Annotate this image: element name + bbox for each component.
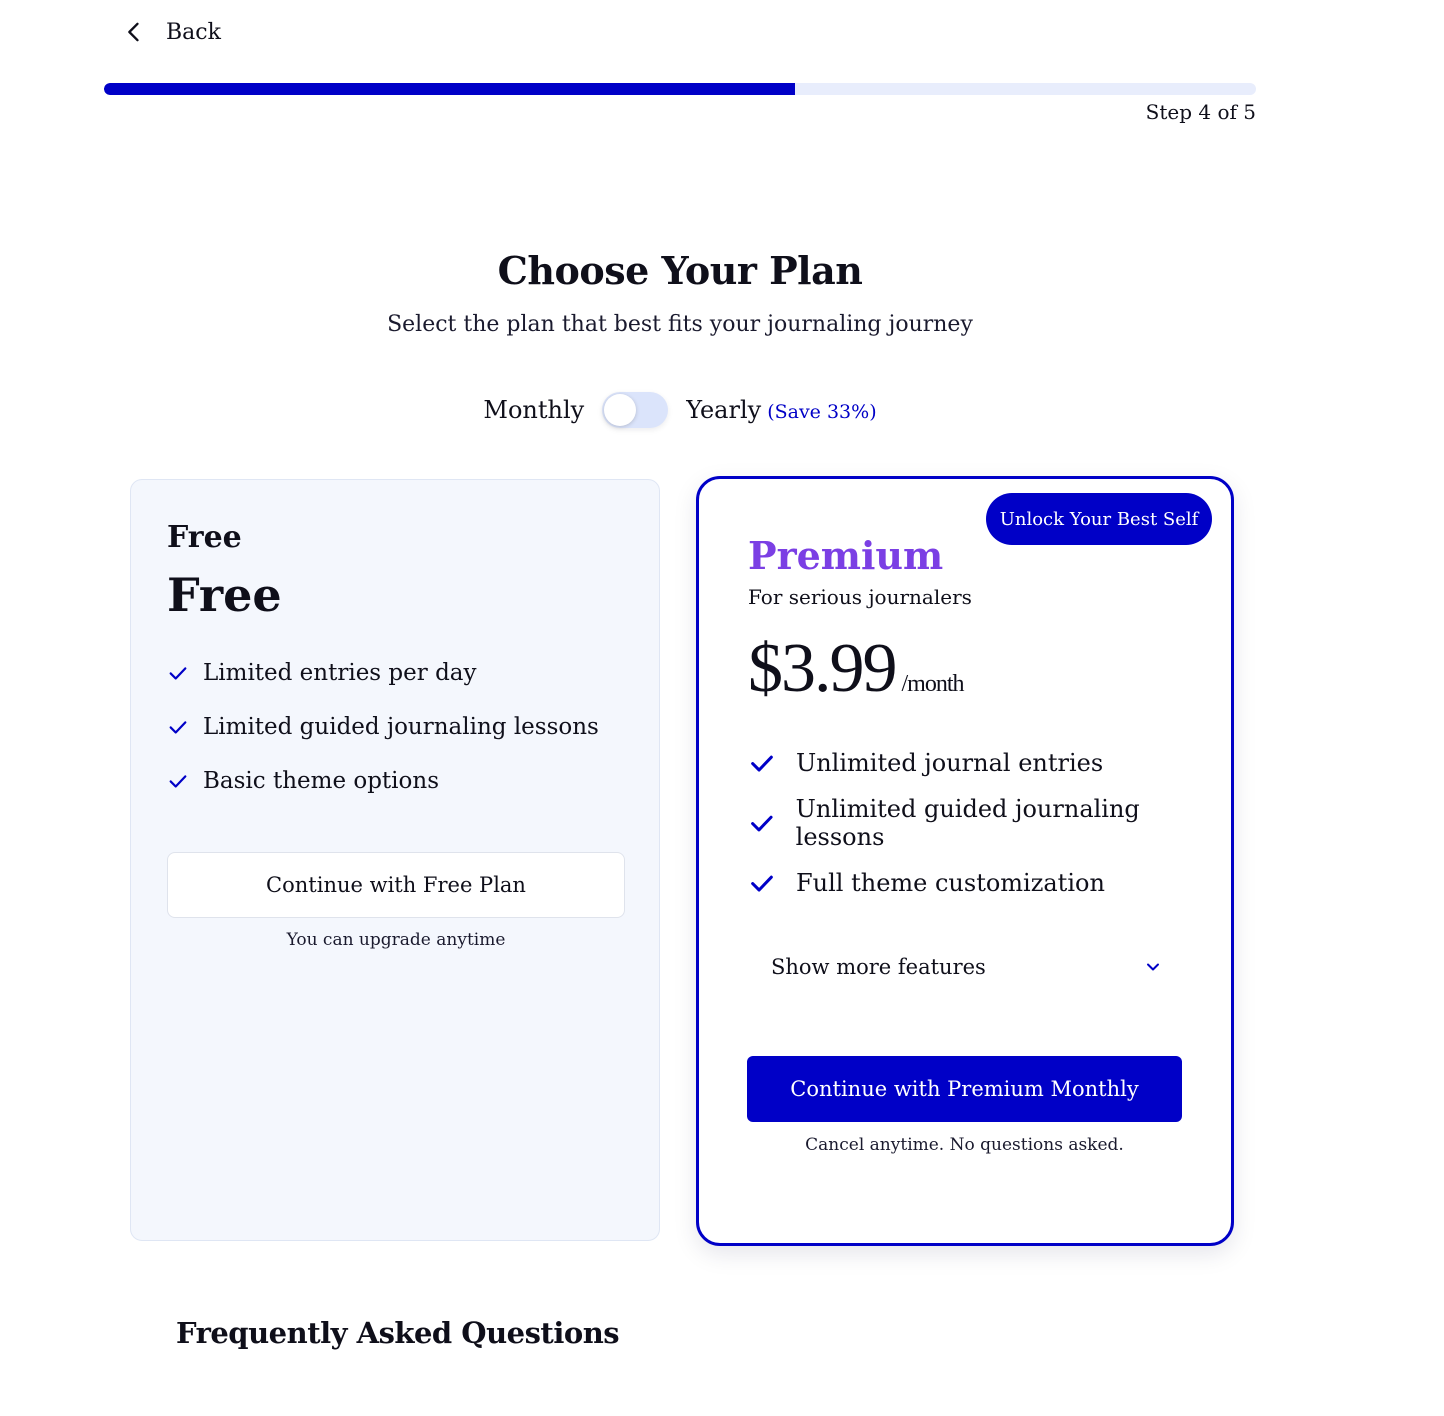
feature-item: Basic theme options — [167, 754, 599, 808]
premium-period: /month — [901, 671, 965, 697]
feature-item: Full theme customization — [748, 853, 1231, 913]
feature-text: Basic theme options — [203, 768, 439, 794]
toggle-knob — [604, 394, 637, 426]
premium-badge: Unlock Your Best Self — [986, 493, 1212, 545]
premium-feature-list: Unlimited journal entries Unlimited guid… — [748, 733, 1231, 913]
feature-text: Limited guided journaling lessons — [203, 714, 599, 740]
feature-item: Limited entries per day — [167, 646, 599, 700]
page-title: Choose Your Plan — [497, 248, 863, 293]
free-plan-note: You can upgrade anytime — [286, 930, 506, 950]
yearly-label: Yearly — [686, 396, 762, 424]
feature-text: Unlimited guided journaling lessons — [795, 795, 1140, 851]
show-more-label: Show more features — [771, 955, 986, 979]
premium-plan-note: Cancel anytime. No questions asked. — [805, 1135, 1124, 1155]
continue-free-button[interactable]: Continue with Free Plan — [167, 852, 625, 918]
feature-item: Unlimited guided journaling lessons — [748, 793, 1231, 853]
step-indicator: Step 4 of 5 — [1145, 100, 1256, 124]
free-plan-price: Free — [167, 568, 282, 622]
premium-plan-card: Unlock Your Best Self Premium For seriou… — [696, 476, 1234, 1246]
back-button[interactable]: Back — [120, 14, 221, 50]
feature-text: Limited entries per day — [203, 660, 477, 686]
chevron-left-icon — [128, 22, 139, 42]
yearly-label-group[interactable]: Yearly (Save 33%) — [686, 396, 876, 424]
back-label: Back — [166, 19, 221, 45]
free-feature-list: Limited entries per day Limited guided j… — [167, 646, 599, 808]
check-icon — [169, 775, 187, 788]
premium-price: $3.99 — [748, 630, 897, 707]
check-icon — [751, 875, 773, 892]
progress-bar — [104, 83, 1256, 95]
premium-plan-name: Premium — [748, 533, 944, 578]
monthly-label[interactable]: Monthly — [483, 396, 584, 424]
check-icon — [169, 667, 187, 680]
show-more-features-toggle[interactable]: Show more features — [771, 947, 1163, 987]
billing-period-toggle[interactable] — [602, 392, 669, 428]
premium-price-row: $3.99 /month — [748, 629, 965, 709]
continue-premium-button[interactable]: Continue with Premium Monthly — [747, 1056, 1182, 1122]
page-subtitle: Select the plan that best fits your jour… — [387, 312, 973, 337]
chevron-down-icon — [1147, 963, 1159, 971]
check-icon — [751, 815, 773, 832]
feature-text: Unlimited journal entries — [796, 749, 1104, 777]
check-icon — [169, 721, 187, 734]
billing-toggle-row: Monthly Yearly (Save 33%) — [0, 392, 1360, 428]
feature-item: Limited guided journaling lessons — [167, 700, 599, 754]
feature-item: Unlimited journal entries — [748, 733, 1231, 793]
premium-tagline: For serious journalers — [748, 585, 972, 609]
save-badge: (Save 33%) — [767, 401, 877, 423]
free-plan-name: Free — [167, 520, 242, 555]
check-icon — [751, 755, 773, 772]
progress-fill — [104, 83, 796, 95]
free-plan-card: Free Free Limited entries per day Limite… — [130, 479, 660, 1241]
feature-text: Full theme customization — [796, 869, 1105, 897]
faq-title: Frequently Asked Questions — [176, 1316, 620, 1350]
